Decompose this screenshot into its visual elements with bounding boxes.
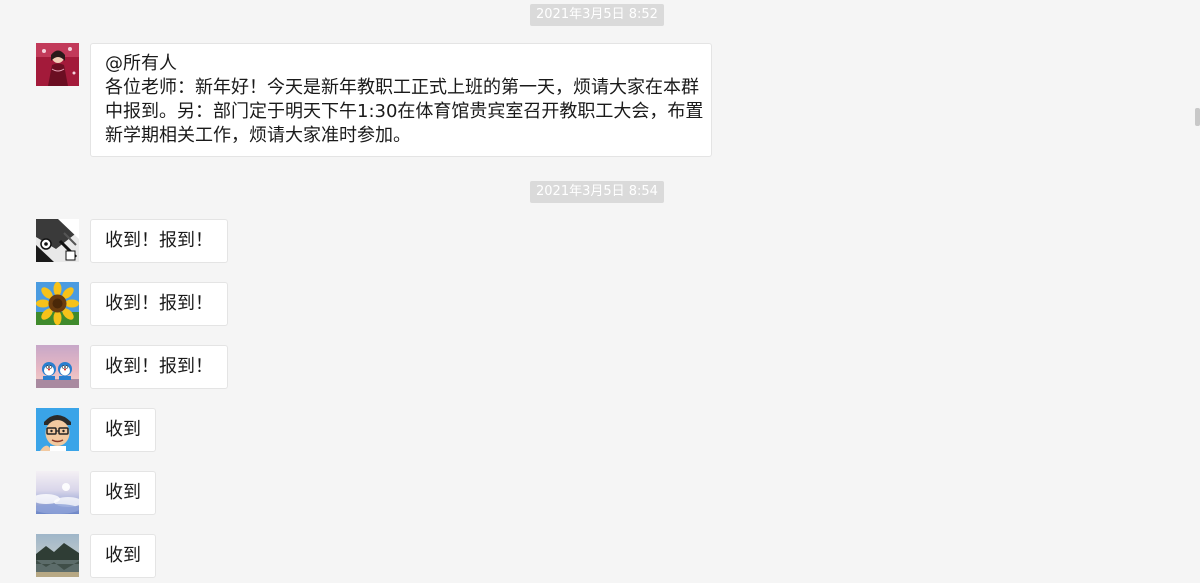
timestamp: 2021年3月5日 8:54 xyxy=(530,181,664,203)
scrollbar[interactable] xyxy=(1194,0,1200,583)
clouds-avatar[interactable] xyxy=(36,471,79,514)
message-text: 收到 xyxy=(105,482,141,503)
message-text: 收到 xyxy=(105,545,141,566)
timestamp: 2021年3月5日 8:52 xyxy=(530,4,664,26)
message-bubble[interactable]: 收到！报到！ xyxy=(90,345,228,389)
message-text-line: 各位老师：新年好！今天是新年教职工正式上班的第一天，烦请大家在本群 xyxy=(105,77,699,98)
message-text-line: 中报到。另：部门定于明天下午1:30在体育馆贵宾室召开教职工大会，布置 xyxy=(105,101,704,122)
message-text: 收到！报到！ xyxy=(105,230,213,251)
message-bubble[interactable]: 收到！报到！ xyxy=(90,282,228,326)
chat-message-list[interactable]: 2021年3月5日 8:52 @所有人 各位老师：新年好！今天是新年教职工正式上… xyxy=(0,0,1200,583)
woman-portrait-avatar[interactable] xyxy=(36,43,79,86)
message-text: 收到 xyxy=(105,419,141,440)
mention-text: @所有人 xyxy=(105,53,177,74)
message-text: 收到！报到！ xyxy=(105,293,213,314)
sunflower-avatar[interactable] xyxy=(36,282,79,325)
message-text-line: 新学期相关工作，烦请大家准时参加。 xyxy=(105,125,411,146)
message-text: 收到！报到！ xyxy=(105,356,213,377)
cartoon-man-avatar[interactable] xyxy=(36,408,79,451)
anime-sketch-avatar[interactable] xyxy=(36,219,79,262)
message-bubble[interactable]: 收到！报到！ xyxy=(90,219,228,263)
message-bubble[interactable]: @所有人 各位老师：新年好！今天是新年教职工正式上班的第一天，烦请大家在本群 中… xyxy=(90,43,712,157)
scrollbar-thumb[interactable] xyxy=(1195,108,1200,126)
message-bubble[interactable]: 收到 xyxy=(90,408,156,452)
doraemon-avatar[interactable] xyxy=(36,345,79,388)
message-bubble[interactable]: 收到 xyxy=(90,471,156,515)
message-bubble[interactable]: 收到 xyxy=(90,534,156,578)
mountain-lake-avatar[interactable] xyxy=(36,534,79,577)
